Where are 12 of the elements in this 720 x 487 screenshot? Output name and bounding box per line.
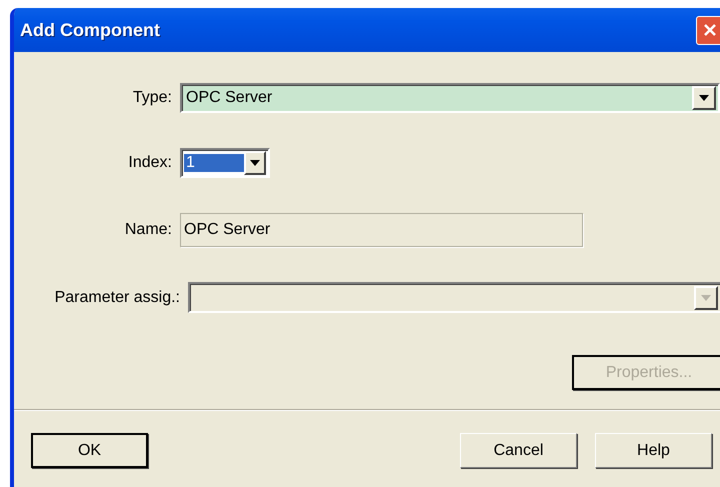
window-title: Add Component: [20, 20, 160, 40]
field-label: Index:: [128, 154, 172, 172]
help-button[interactable]: Help: [595, 433, 712, 468]
dropdown[interactable]: 1: [180, 148, 270, 178]
cancel-button[interactable]: Cancel: [460, 433, 577, 468]
ok-button[interactable]: OK: [31, 433, 148, 468]
field-label: Name:: [124, 221, 172, 239]
field-label: Parameter assig.:: [54, 288, 180, 306]
field-label: Type:: [132, 89, 172, 107]
close-icon: [703, 23, 717, 37]
dropdown[interactable]: OPC Server: [180, 83, 720, 113]
close-button[interactable]: [696, 16, 720, 44]
